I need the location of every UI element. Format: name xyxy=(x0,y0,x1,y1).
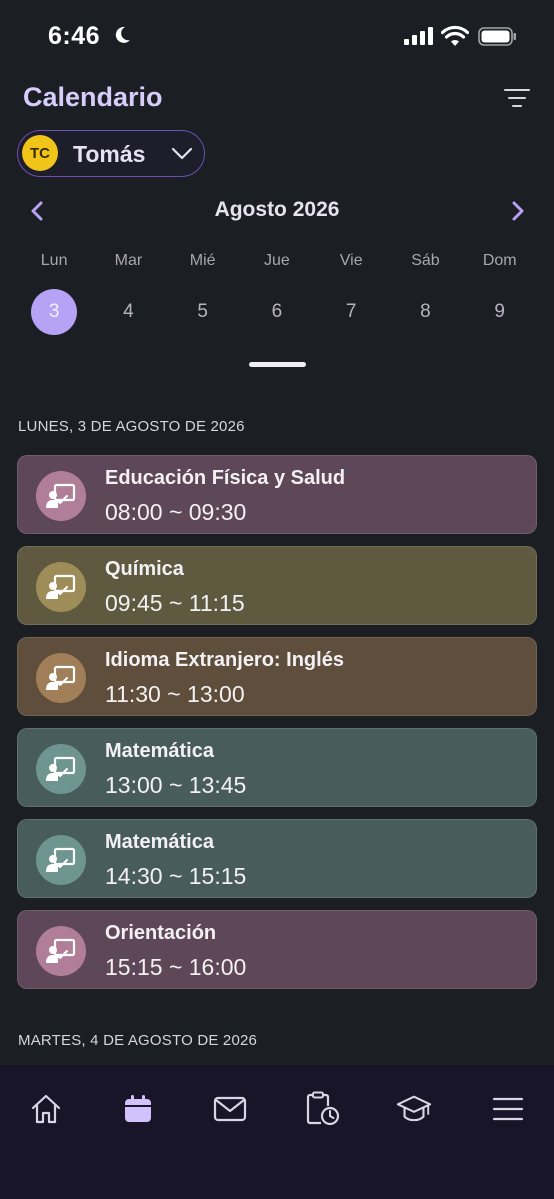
class-icon xyxy=(36,744,86,794)
day-number: 7 xyxy=(345,301,357,322)
event-name: Idioma Extranjero: Inglés xyxy=(105,649,344,671)
student-selector[interactable]: TC Tomás xyxy=(17,130,205,177)
menu-icon xyxy=(492,1097,524,1121)
day-cell[interactable]: 5 xyxy=(166,289,240,335)
event-time: 13:00 ~ 13:45 xyxy=(105,772,247,798)
event-time: 08:00 ~ 09:30 xyxy=(105,499,247,525)
event-time: 09:45 ~ 11:15 xyxy=(105,590,245,616)
day-cell[interactable]: 7 xyxy=(314,289,388,335)
day-cell[interactable]: 8 xyxy=(388,289,462,335)
weekday-label: Jue xyxy=(264,252,290,269)
next-week-icon[interactable] xyxy=(505,199,529,223)
calendar-icon xyxy=(125,1095,151,1122)
day-number: 9 xyxy=(494,301,505,322)
nav-menu[interactable] xyxy=(490,1091,526,1127)
status-bar: 6:46 xyxy=(0,0,554,72)
nav-home[interactable] xyxy=(28,1091,64,1127)
weekday-label: Vie xyxy=(339,252,363,269)
avatar: TC xyxy=(22,135,58,171)
day-cell-selected[interactable]: 3 xyxy=(17,289,91,335)
event-name: Educación Física y Salud xyxy=(105,467,346,489)
weekday-header: Lun Mar Mié Jue Vie Sáb Dom xyxy=(17,252,537,270)
battery-icon xyxy=(478,27,516,46)
event-list: Educación Física y Salud 08:00 ~ 09:30 Q… xyxy=(17,455,537,1001)
signal-icon xyxy=(404,27,433,45)
event-name: Matemática xyxy=(105,831,214,853)
nav-grades[interactable] xyxy=(396,1091,432,1127)
week-days: 3 4 5 6 7 8 9 xyxy=(17,289,537,335)
event-name: Matemática xyxy=(105,740,214,762)
event-card[interactable]: Idioma Extranjero: Inglés 11:30 ~ 13:00 xyxy=(17,637,537,716)
event-card[interactable]: Matemática 14:30 ~ 15:15 xyxy=(17,819,537,898)
weekday-label: Lun xyxy=(40,252,68,269)
event-card[interactable]: Química 09:45 ~ 11:15 xyxy=(17,546,537,625)
day-number: 3 xyxy=(31,289,78,335)
weekday-label: Dom xyxy=(482,252,517,269)
moon-icon xyxy=(115,26,130,43)
event-name: Química xyxy=(105,558,184,580)
month-label: Agosto 2026 xyxy=(214,198,340,221)
student-name: Tomás xyxy=(73,141,146,167)
mail-icon xyxy=(213,1096,247,1122)
day-cell[interactable]: 6 xyxy=(240,289,314,335)
class-icon xyxy=(36,926,86,976)
day-number: 5 xyxy=(197,301,208,322)
nav-calendar[interactable] xyxy=(120,1091,156,1127)
class-icon xyxy=(36,835,86,885)
page-title: Calendario xyxy=(23,82,163,112)
home-icon xyxy=(31,1094,61,1124)
graduation-cap-icon xyxy=(396,1095,432,1122)
bottom-nav xyxy=(0,1065,554,1199)
event-card[interactable]: Educación Física y Salud 08:00 ~ 09:30 xyxy=(17,455,537,534)
calendar-screen: 6:46 Calendario TC Tomás Agosto 2026 Lun… xyxy=(0,0,554,1199)
event-card[interactable]: Matemática 13:00 ~ 13:45 xyxy=(17,728,537,807)
filter-icon[interactable] xyxy=(503,86,531,110)
event-time: 11:30 ~ 13:00 xyxy=(105,681,245,707)
event-name: Orientación xyxy=(105,922,217,944)
day-section-heading: MARTES, 4 DE AGOSTO DE 2026 xyxy=(18,1032,258,1049)
event-time: 14:30 ~ 15:15 xyxy=(105,863,247,889)
clipboard-clock-icon xyxy=(306,1091,340,1126)
status-time: 6:46 xyxy=(48,22,101,50)
class-icon xyxy=(36,471,86,521)
event-time: 15:15 ~ 16:00 xyxy=(105,954,247,980)
nav-assignments[interactable] xyxy=(304,1091,340,1127)
weekday-label: Mié xyxy=(189,252,216,269)
class-icon xyxy=(36,653,86,703)
weekday-label: Mar xyxy=(114,252,143,269)
drag-handle[interactable] xyxy=(249,362,306,367)
day-section-heading: LUNES, 3 DE AGOSTO DE 2026 xyxy=(18,418,245,435)
day-cell[interactable]: 9 xyxy=(463,289,537,335)
wifi-icon xyxy=(441,25,469,46)
day-cell[interactable]: 4 xyxy=(91,289,165,335)
day-number: 6 xyxy=(271,301,283,322)
event-card[interactable]: Orientación 15:15 ~ 16:00 xyxy=(17,910,537,989)
weekday-label: Sáb xyxy=(411,252,440,269)
nav-messages[interactable] xyxy=(212,1091,248,1127)
chevron-down-icon xyxy=(171,147,193,160)
class-icon xyxy=(36,562,86,612)
day-number: 4 xyxy=(123,301,134,322)
day-number: 8 xyxy=(420,301,431,322)
